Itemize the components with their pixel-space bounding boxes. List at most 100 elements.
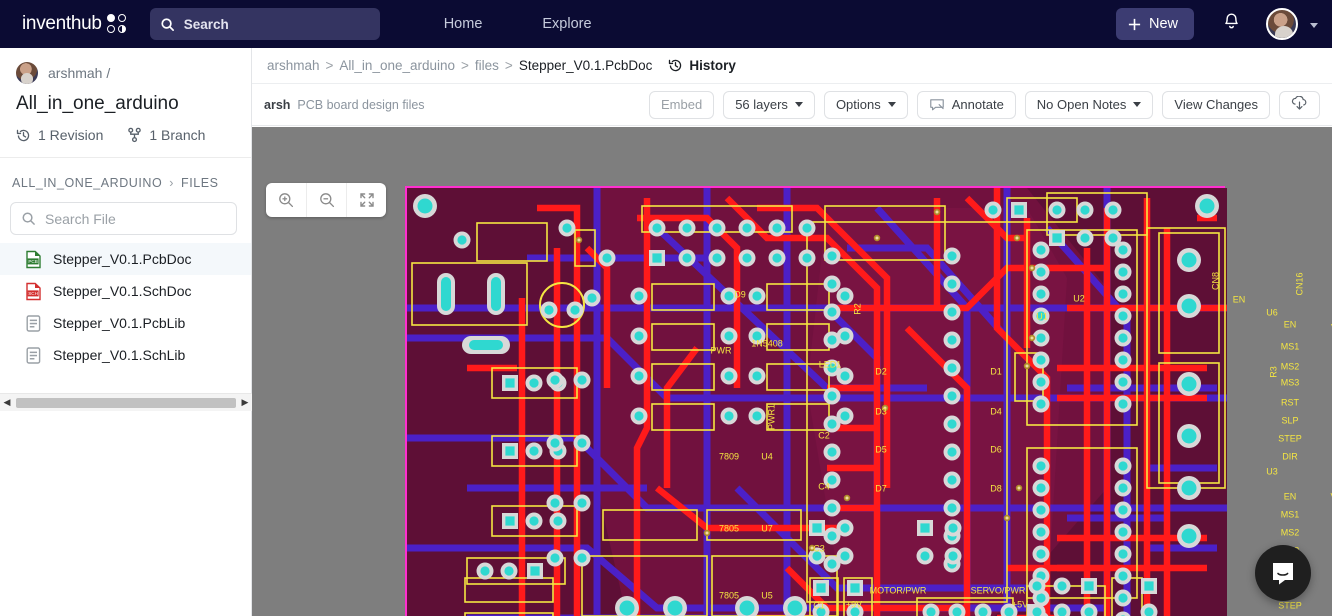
repo-title: All_in_one_arduino [16, 93, 179, 114]
file-item-schlib[interactable]: Stepper_V0.1.SchLib [0, 339, 251, 371]
svg-text:SCH: SCH [28, 291, 38, 296]
notes-dropdown[interactable]: No Open Notes [1024, 90, 1154, 119]
scroll-right-arrow[interactable]: ▶ [238, 397, 252, 408]
pcb-label: 1N5408 [751, 338, 783, 349]
file-item-pcblib[interactable]: Stepper_V0.1.PcbLib [0, 307, 251, 339]
app-logo[interactable]: inventhub [22, 13, 127, 35]
chat-bubble-icon [1273, 563, 1293, 585]
file-item-label: Stepper_V0.1.SchDoc [53, 283, 192, 299]
pcb-viewer[interactable]: D9 1N5408 PWR PWR1 LED1 C2 C4 C3 C1 7809 U4 7805 U7 7… [252, 127, 1332, 616]
pcb-label: D5 [875, 444, 887, 455]
view-changes-button-label: View Changes [1174, 97, 1258, 112]
options-dropdown-label: Options [835, 97, 881, 112]
intercom-chat-button[interactable] [1255, 545, 1311, 601]
download-button[interactable] [1279, 90, 1320, 119]
breadcrumb-item-current: Stepper_V0.1.PcbDoc [518, 58, 653, 73]
file-search-input[interactable]: Search File [10, 202, 237, 235]
breadcrumb-item-owner[interactable]: arshmah [267, 58, 320, 73]
pcb-label: MS1 [1280, 341, 1300, 352]
zoom-out-button[interactable] [306, 183, 346, 217]
scroll-left-arrow[interactable]: ◀ [0, 397, 14, 408]
pcb-label: D9 [734, 289, 746, 300]
pcb-label: U4 [761, 451, 773, 462]
pcb-label: STEP [1278, 600, 1302, 611]
pcb-label: D4 [990, 406, 1002, 417]
pcb-label: D2 [875, 366, 887, 377]
annotate-button[interactable]: Annotate [916, 90, 1016, 119]
fullscreen-icon [359, 193, 374, 207]
revision-count[interactable]: 1 Revision [16, 127, 103, 143]
pcb-label: D7 [875, 483, 887, 494]
file-search-placeholder: Search File [45, 210, 116, 227]
pcb-label: EN [1232, 294, 1246, 305]
history-button[interactable]: History [668, 58, 736, 73]
notes-dropdown-label: No Open Notes [1036, 97, 1127, 112]
chevron-down-icon [1133, 102, 1142, 107]
sidebar-horizontal-scrollbar[interactable]: ◀ ▶ [0, 393, 252, 411]
pcb-label: U2 [1073, 293, 1085, 304]
owner-avatar [16, 62, 38, 84]
chevron-down-icon[interactable] [1310, 15, 1318, 33]
annotate-button-label: Annotate [951, 97, 1004, 112]
embed-button[interactable]: Embed [648, 90, 715, 119]
branch-count-label: 1 Branch [149, 127, 206, 143]
branch-count[interactable]: 1 Branch [127, 127, 205, 143]
pcb-label: MS3 [1280, 377, 1300, 388]
nav-right-group: New [1115, 8, 1332, 40]
pcb-label: SERVO/PWR [970, 585, 1026, 596]
pcb-label: U6 [1266, 307, 1278, 318]
pcb-label: SLP [1281, 415, 1299, 426]
pcb-label: RST [1281, 397, 1299, 408]
zoom-in-button[interactable] [266, 183, 306, 217]
owner-row[interactable]: arshmah / [16, 62, 235, 84]
toolbar-buttons: Embed 56 layers Options Annotate No Open… [648, 90, 1320, 119]
options-dropdown[interactable]: Options [823, 90, 908, 119]
owner-name: arshmah / [48, 65, 111, 81]
pcb-label: DIR [1282, 451, 1298, 462]
bell-icon[interactable] [1222, 12, 1241, 37]
layers-dropdown[interactable]: 56 layers [723, 90, 815, 119]
breadcrumb-item-files[interactable]: files [475, 58, 499, 73]
breadcrumb-item-repo[interactable]: All_in_one_arduino [339, 58, 455, 73]
viewer-zoom-controls [266, 183, 386, 217]
pcb-label: R2 [852, 303, 863, 315]
pcb-label: PWR1 [766, 403, 777, 431]
pcb-label: MS2 [1280, 361, 1300, 372]
file-item-label: Stepper_V0.1.PcbLib [53, 315, 186, 331]
sch-file-icon: SCH [24, 282, 43, 301]
pcb-label: 7805 [718, 523, 740, 534]
history-icon [16, 129, 30, 141]
pcb-board-render[interactable]: D9 1N5408 PWR PWR1 LED1 C2 C4 C3 C1 7809 U4 7805 U7 7… [405, 186, 1332, 616]
pcb-label: MS1 [1280, 509, 1300, 520]
pcb-label: +5V [1011, 599, 1029, 610]
pcb-label: D1 [990, 366, 1002, 377]
avatar[interactable] [1266, 8, 1298, 40]
file-description: arsh PCB board design files [264, 98, 425, 112]
main-content: arshmah > All_in_one_arduino > files > S… [252, 48, 1332, 616]
nav-link-explore[interactable]: Explore [536, 16, 597, 32]
pcb-label: EN [1283, 319, 1297, 330]
view-changes-button[interactable]: View Changes [1162, 90, 1270, 119]
file-item-label: Stepper_V0.1.PcbDoc [53, 251, 192, 267]
pcb-label: STEP [1278, 433, 1302, 444]
file-item-pcbdoc[interactable]: PCB Stepper_V0.1.PcbDoc [0, 243, 251, 275]
history-icon [669, 59, 682, 72]
search-value: Search [183, 16, 229, 32]
nav-link-home[interactable]: Home [438, 16, 489, 32]
breadcrumb-separator: > [461, 58, 469, 73]
fullscreen-button[interactable] [346, 183, 386, 217]
annotate-icon [929, 98, 944, 110]
file-item-schdoc[interactable]: SCH Stepper_V0.1.SchDoc [0, 275, 251, 307]
pcb-label: D6 [990, 444, 1002, 455]
pcb-label: PWR [710, 345, 732, 356]
new-button[interactable]: New [1115, 8, 1194, 40]
sidebar-breadcrumb-root[interactable]: ALL_IN_ONE_ARDUINO [12, 176, 162, 190]
breadcrumb-separator: > [504, 58, 513, 73]
pcb-label: C2 [818, 430, 830, 441]
new-button-label: New [1148, 16, 1178, 32]
search-input[interactable]: Search [149, 8, 380, 40]
search-icon [22, 212, 35, 225]
scrollbar-thumb[interactable] [16, 397, 236, 408]
breadcrumb: arshmah > All_in_one_arduino > files > S… [252, 48, 1332, 84]
pcb-label: U7 [761, 523, 773, 534]
